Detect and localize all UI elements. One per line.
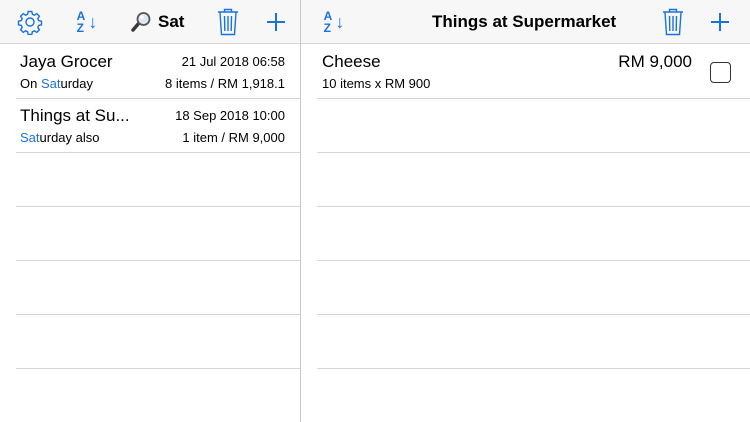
list-items: Cheese RM 9,000 10 items x RM 900 xyxy=(301,45,750,422)
empty-row xyxy=(301,153,750,207)
list-item[interactable]: Cheese RM 9,000 10 items x RM 900 xyxy=(301,45,750,99)
list-item[interactable]: Things at Su... 18 Sep 2018 10:00 Saturd… xyxy=(0,99,300,153)
empty-row xyxy=(301,99,750,153)
page-title: Things at Supermarket xyxy=(432,12,617,31)
empty-row xyxy=(0,315,300,369)
items-toolbar: A Z ↓ Things at Supermarket xyxy=(301,0,750,44)
empty-row xyxy=(0,261,300,315)
delete-item-button[interactable] xyxy=(659,0,687,44)
add-list-button[interactable] xyxy=(263,0,289,44)
item-name: Cheese xyxy=(322,52,381,71)
row-separator xyxy=(317,368,750,369)
trash-icon xyxy=(663,8,683,36)
shopping-lists: Jaya Grocer 21 Jul 2018 06:58 On Saturda… xyxy=(0,45,300,422)
row-separator xyxy=(16,368,300,369)
list-note: On Saturday xyxy=(20,76,94,91)
list-summary: 1 item / RM 9,000 xyxy=(182,130,285,145)
list-summary: 8 items / RM 1,918.1 xyxy=(165,76,285,91)
sort-items-button[interactable]: A Z ↓ xyxy=(319,0,349,44)
sort-az-icon: A Z xyxy=(76,9,86,35)
list-date: 21 Jul 2018 06:58 xyxy=(181,54,285,69)
trash-icon xyxy=(218,8,238,36)
empty-row xyxy=(301,261,750,315)
empty-row xyxy=(0,153,300,207)
magnifier-icon xyxy=(131,12,151,32)
list-title: Jaya Grocer xyxy=(20,52,113,71)
lists-toolbar: A Z ↓ Sat xyxy=(0,0,300,44)
plus-icon xyxy=(267,13,285,31)
plus-icon xyxy=(711,13,729,31)
list-note: Saturday also xyxy=(20,130,100,145)
search-match: Sat xyxy=(20,130,40,145)
list-item[interactable]: Jaya Grocer 21 Jul 2018 06:58 On Saturda… xyxy=(0,45,300,99)
settings-button[interactable] xyxy=(15,0,45,44)
items-pane: A Z ↓ Things at Supermarket Cheese RM 9,… xyxy=(301,0,750,422)
search-match: Sat xyxy=(40,76,61,91)
gear-icon xyxy=(17,10,43,35)
sort-arrow-icon: ↓ xyxy=(335,12,345,32)
add-item-button[interactable] xyxy=(707,0,733,44)
sort-az-icon: A Z xyxy=(323,9,333,35)
item-checkbox[interactable] xyxy=(710,62,731,83)
search-query: Sat xyxy=(158,12,185,31)
item-price: RM 9,000 xyxy=(618,52,692,71)
empty-row xyxy=(301,315,750,369)
item-detail: 10 items x RM 900 xyxy=(322,76,431,91)
lists-pane: A Z ↓ Sat Jaya Grocer 21 Jul 2018 06:58 … xyxy=(0,0,300,422)
empty-row xyxy=(301,207,750,261)
list-date: 18 Sep 2018 10:00 xyxy=(175,108,285,123)
sort-arrow-icon: ↓ xyxy=(88,12,98,32)
delete-list-button[interactable] xyxy=(214,0,242,44)
list-title: Things at Su... xyxy=(20,106,130,125)
sort-button[interactable]: A Z ↓ xyxy=(72,0,102,44)
search-button[interactable]: Sat xyxy=(130,0,184,44)
empty-row xyxy=(0,207,300,261)
